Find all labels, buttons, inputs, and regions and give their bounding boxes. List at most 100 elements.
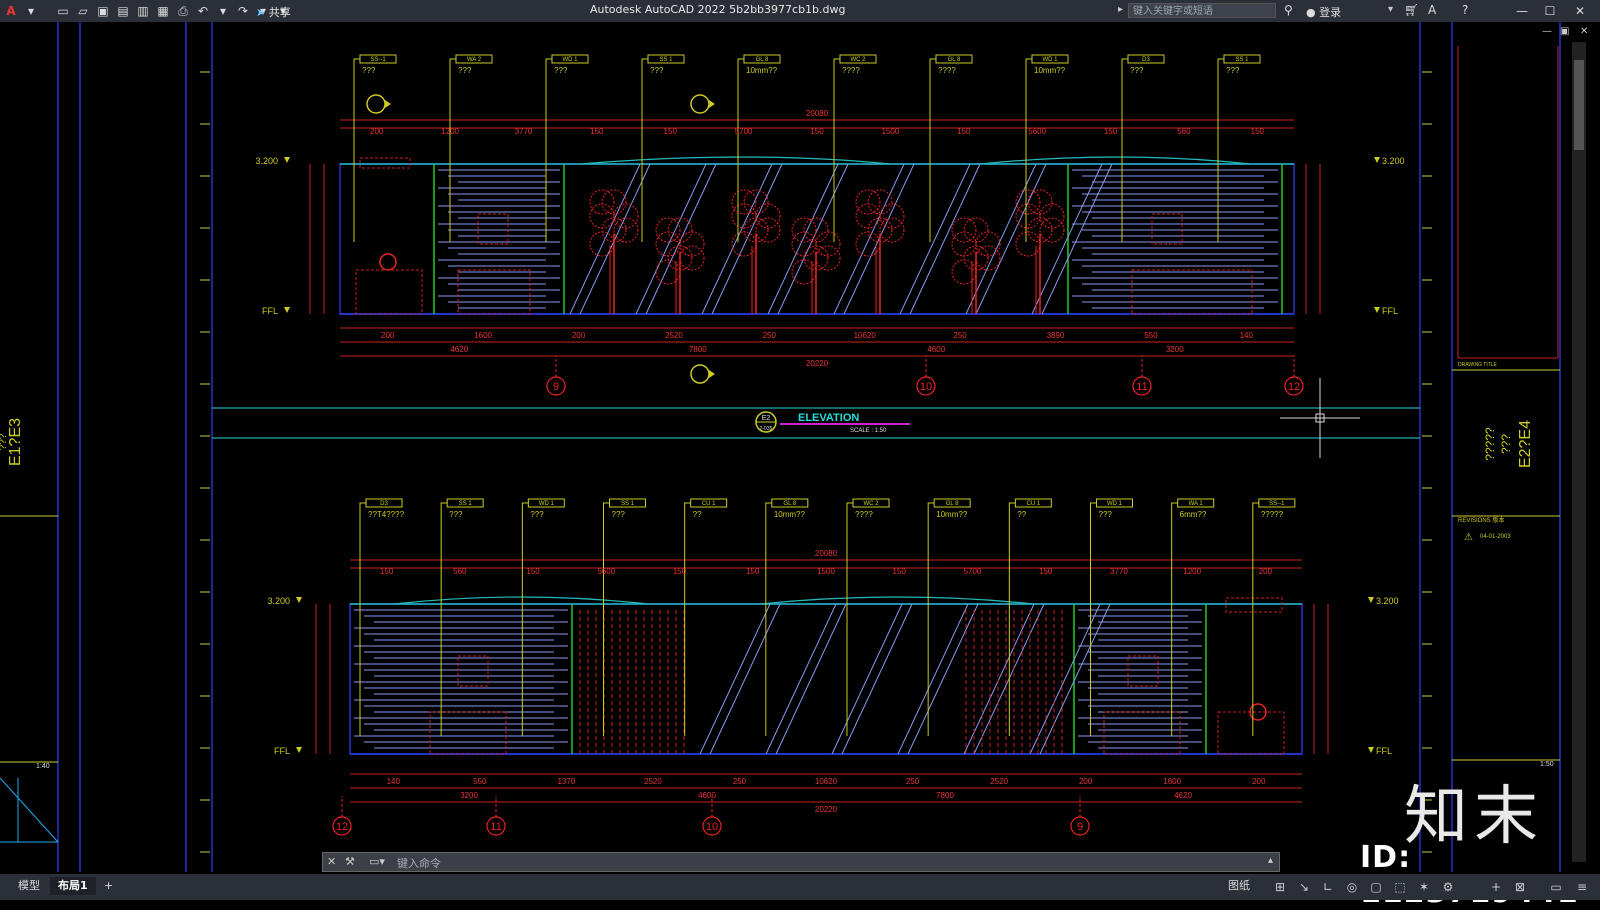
help-icon[interactable]: ?: [1462, 3, 1468, 17]
drawing-canvas[interactable]: 3.200 FFL 3.200 FFL 3.200 FFL 3.200 FFL 20080 200…: [0, 22, 1600, 872]
new-file-icon[interactable]: ▭: [54, 2, 72, 20]
elevation-tag: E2: [762, 415, 771, 422]
object-snap-icon[interactable]: ▢: [1368, 879, 1384, 895]
add-plus-icon[interactable]: +: [1488, 879, 1504, 895]
undo-dropdown-icon[interactable]: ▾: [214, 2, 232, 20]
autodesk-a360-icon[interactable]: A: [1428, 3, 1436, 17]
elevation-tag-sub: 2-035: [760, 426, 773, 432]
polar-tracking-icon[interactable]: ◎: [1344, 879, 1360, 895]
top-dim-lower2-3: 3200: [1166, 345, 1184, 354]
viewport-max-icon[interactable]: ▣: [1560, 26, 1572, 38]
bottom-tag-3: SS 1: [621, 501, 635, 507]
cart-icon[interactable]: 🛒︎: [1404, 3, 1419, 17]
login-button[interactable]: ● 登录: [1306, 4, 1341, 20]
bottom-tag-note-2: ???: [530, 510, 544, 519]
right-sheet-label3: ???: [1499, 434, 1513, 454]
minimize-button[interactable]: —: [1512, 2, 1532, 20]
search-icon[interactable]: ⚲: [1284, 3, 1293, 17]
top-dim-lower2-0: 4620: [450, 345, 468, 354]
menu-dropdown-icon[interactable]: ▾: [22, 2, 40, 20]
top-level-floor-right: FFL: [1382, 306, 1398, 316]
top-dim-upper-10: 150: [1104, 127, 1118, 136]
recent-commands-icon[interactable]: ▭▾: [369, 855, 385, 868]
save-as-icon[interactable]: ▤: [114, 2, 132, 20]
login-dropdown-icon[interactable]: ▾: [1388, 4, 1393, 15]
bottom-dim-lower1-4: 250: [733, 777, 747, 786]
bottom-axis-1: 11: [490, 821, 501, 833]
right-title-block: DRAWING TITLE: [1458, 362, 1498, 368]
save-icon[interactable]: ▣: [94, 2, 112, 20]
fullscreen-icon[interactable]: ▭: [1548, 879, 1564, 895]
right-revision: REVISIONS 版本: [1458, 516, 1504, 524]
selection-cycling-icon[interactable]: ⬚: [1392, 879, 1408, 895]
add-layout-button[interactable]: +: [96, 877, 121, 895]
bottom-dim-upper-1: 560: [453, 567, 467, 576]
command-line[interactable]: ✕ ⚒ ▭▾ 键入命令 ▴: [322, 852, 1280, 872]
tab-model[interactable]: 模型: [10, 877, 48, 895]
close-cmd-icon[interactable]: ✕: [327, 855, 336, 868]
bottom-tag-8: CU 1: [1026, 501, 1040, 507]
open-file-icon[interactable]: ▱: [74, 2, 92, 20]
top-dim-lower1-8: 550: [1144, 331, 1158, 340]
top-dim-lower2-1: 7800: [689, 345, 707, 354]
top-axis-1: 10: [920, 381, 932, 393]
bottom-tag-note-7: 10mm??: [936, 510, 968, 519]
cad-drawing[interactable]: 3.200 FFL 3.200 FFL 3.200 FFL 3.200 FFL 20080 200…: [0, 22, 1600, 872]
bottom-elevation: [349, 596, 1303, 755]
top-level-ceiling-left: 3.200: [255, 156, 278, 166]
maximize-button[interactable]: ☐: [1540, 2, 1560, 20]
close-button[interactable]: ✕: [1570, 2, 1590, 20]
bottom-dim-upper-11: 1200: [1183, 567, 1201, 576]
search-arrow-icon[interactable]: ▸: [1118, 4, 1123, 15]
bottom-dim-lower2-1: 4600: [698, 791, 716, 800]
scrollbar-thumb[interactable]: [1574, 60, 1584, 150]
bottom-tag-note-8: ??: [1017, 510, 1026, 519]
top-tag-0: SS--1: [370, 57, 386, 63]
bottom-dim-upper-8: 5700: [964, 567, 982, 576]
share-button[interactable]: ➤ 共享: [256, 4, 291, 20]
top-tag-note-3: ???: [650, 66, 664, 75]
bottom-tag-note-6: ????: [855, 510, 873, 519]
tree-1: [589, 189, 639, 314]
vertical-scrollbar[interactable]: [1572, 42, 1586, 862]
top-tag-note-0: ???: [362, 66, 376, 75]
customization-menu-icon[interactable]: ≡: [1574, 879, 1590, 895]
workspace-switch-icon[interactable]: ⚙: [1440, 879, 1456, 895]
redo-icon[interactable]: ↷: [234, 2, 252, 20]
ortho-icon[interactable]: ∟: [1320, 879, 1336, 895]
top-tag-3: SS 1: [659, 57, 673, 63]
bottom-dim-lower1-5: 10620: [815, 777, 838, 786]
viewport-close-icon[interactable]: ✕: [1580, 26, 1592, 38]
snap-grid-icon[interactable]: ⊞: [1272, 879, 1288, 895]
bottom-level-floor-right: FFL: [1376, 746, 1392, 756]
bottom-dim-upper-9: 150: [1039, 567, 1053, 576]
dynamic-input-icon[interactable]: ↘: [1296, 879, 1312, 895]
viewport-restore-icon[interactable]: —: [1542, 26, 1554, 38]
autocad-logo-icon[interactable]: A: [2, 2, 20, 20]
paper-space-toggle[interactable]: 图纸: [1220, 877, 1258, 895]
isolate-objects-icon[interactable]: ⊠: [1512, 879, 1528, 895]
bottom-axis-0: 12: [336, 821, 348, 833]
bottom-tag-7: GL 8: [946, 501, 959, 507]
top-dim-lower1-9: 140: [1240, 331, 1254, 340]
top-tag-note-9: ???: [1226, 66, 1240, 75]
command-input[interactable]: 键入命令: [397, 855, 441, 871]
open-web-icon[interactable]: ▥: [134, 2, 152, 20]
top-tag-1: WA 2: [467, 57, 482, 63]
bottom-dim-lower1-2: 1370: [557, 777, 575, 786]
tree-6: [951, 217, 1001, 314]
save-web-icon[interactable]: ▦: [154, 2, 172, 20]
plot-icon[interactable]: ⎙: [174, 2, 192, 20]
tree-3: [731, 189, 781, 314]
tab-layout1[interactable]: 布局1: [50, 877, 96, 895]
top-tag-note-5: ????: [842, 66, 860, 75]
search-input[interactable]: 键入关键字或短语: [1128, 3, 1276, 18]
cmd-history-icon[interactable]: ▴: [1268, 855, 1273, 866]
top-level-ceiling-right: 3.200: [1382, 156, 1405, 166]
undo-icon[interactable]: ↶: [194, 2, 212, 20]
customize-cmd-icon[interactable]: ⚒: [345, 855, 355, 868]
right-sheet-label2: ?????: [1483, 427, 1497, 461]
top-dim-upper-5: 5700: [735, 127, 753, 136]
annotation-scale-icon[interactable]: ✶: [1416, 879, 1432, 895]
login-label: 登录: [1319, 6, 1342, 19]
